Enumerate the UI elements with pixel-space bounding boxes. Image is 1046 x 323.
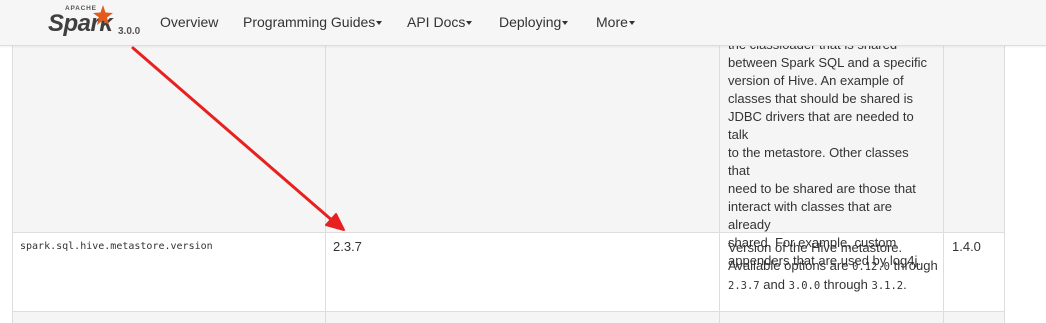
nav-api-docs[interactable]: API Docs [407,14,473,30]
caret-down-icon [628,21,635,26]
default-value-cell: 2.3.7 [333,239,362,254]
version-label: 3.0.0 [118,26,141,37]
version-code: 2.3.7 [728,280,760,292]
since-version-cell: 1.4.0 [952,239,981,254]
table-row-next [12,312,1004,323]
caret-down-icon [466,21,473,26]
nav-programming-guides[interactable]: Programming Guides [243,14,383,30]
description-line: between Spark SQL and a specific [728,55,927,70]
description-line: to the metastore. Other classes that [728,145,909,178]
row-divider [12,311,1004,312]
column-divider [325,0,326,323]
column-divider [943,0,944,323]
column-divider [719,0,720,323]
description-cell: Version of the Hive metastore. Available… [728,239,938,295]
spark-star-icon [93,5,113,25]
description-line: Version of the Hive metastore. [728,240,903,255]
description-line: 2.3.7 and 3.0.0 through 3.1.2. [728,276,938,295]
description-line: interact with classes that are already [728,199,893,232]
description-line: Available options are 0.12.0 through [728,257,938,276]
description-line: JDBC drivers that are needed to talk [728,109,914,142]
description-line: classes that should be shared is [728,91,913,106]
description-text: through [823,277,868,292]
caret-down-icon [376,21,383,26]
description-text: and [763,277,785,292]
nav-deploying[interactable]: Deploying [499,14,569,30]
caret-down-icon [562,21,569,26]
property-name-cell: spark.sql.hive.metastore.version [20,241,213,252]
description-text: Available options are [728,258,849,273]
config-table: the classloader that is shared between S… [0,0,1046,323]
top-navbar: APACHE Spark 3.0.0 Overview Programming … [0,0,1046,46]
version-code: 3.0.0 [788,280,821,292]
description-line: need to be shared are those that [728,181,916,196]
previous-row-description: the classloader that is shared between S… [728,36,933,270]
version-code: 3.1.2 [871,280,904,292]
nav-overview[interactable]: Overview [160,14,218,30]
version-code: 0.12.0 [852,261,891,273]
description-text: . [903,277,907,292]
spark-logo[interactable]: APACHE Spark 3.0.0 [46,2,146,42]
description-text: through [893,258,938,273]
nav-more[interactable]: More [596,14,635,30]
column-divider [1004,0,1005,323]
description-line: version of Hive. An example of [728,73,904,88]
column-divider [12,0,13,323]
